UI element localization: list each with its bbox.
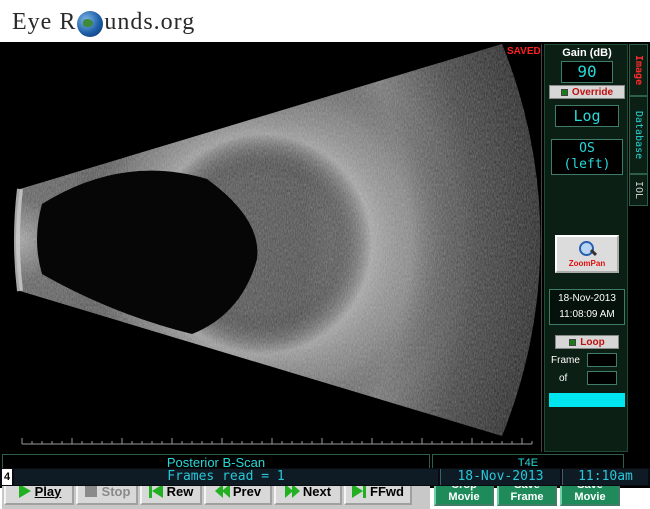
eye-indicator[interactable]: OS (left) xyxy=(551,139,623,175)
scan-datetime: 18-Nov-2013 11:08:09 AM xyxy=(549,289,625,325)
previous-icon xyxy=(214,484,230,498)
override-button[interactable]: Override xyxy=(549,85,625,99)
frame-label: Frame xyxy=(551,355,580,366)
led-icon xyxy=(569,338,577,346)
frame-number-field[interactable] xyxy=(587,353,617,367)
tab-iol[interactable]: IOL xyxy=(629,174,648,206)
frame-slider[interactable] xyxy=(549,393,625,407)
eye-code: OS xyxy=(579,141,595,156)
scan-date: 18-Nov-2013 xyxy=(558,293,616,304)
loop-label: Loop xyxy=(580,336,605,348)
of-label: of xyxy=(559,373,568,384)
status-date: 18-Nov-2013 xyxy=(440,469,560,485)
logo-text-start: Eye R xyxy=(12,8,77,35)
led-icon xyxy=(560,88,568,96)
eyerounds-logo: Eye R unds.org xyxy=(12,4,195,40)
status-number: 4 xyxy=(2,469,12,485)
image-settings-panel: Gain (dB) 90 Override Log OS (left) Zoom… xyxy=(544,44,628,452)
zoom-pan-button[interactable]: ZoomPan xyxy=(555,235,619,273)
scan-time: 11:08:09 AM xyxy=(559,309,615,320)
ultrasound-app-window: SAVED Gain (dB) 90 Override Log OS (left… xyxy=(0,42,650,509)
override-label: Override xyxy=(571,86,614,98)
tab-image[interactable]: Image xyxy=(629,44,648,96)
fast-forward-icon xyxy=(352,484,367,498)
gain-label: Gain (dB) xyxy=(562,47,612,59)
play-icon xyxy=(17,484,31,498)
saved-indicator: SAVED xyxy=(507,46,541,57)
status-time: 11:10am xyxy=(562,469,648,485)
next-icon xyxy=(284,484,300,498)
tab-database[interactable]: Database xyxy=(629,96,648,174)
magnifier-icon xyxy=(579,240,595,257)
eye-side: (left) xyxy=(563,157,611,172)
vertical-tabs: Image Database IOL xyxy=(629,44,648,244)
scale-mode-value[interactable]: Log xyxy=(555,105,619,127)
zoom-pan-label: ZoomPan xyxy=(568,258,606,268)
b-scan-svg xyxy=(14,44,541,445)
globe-icon xyxy=(77,11,104,37)
loop-button[interactable]: Loop xyxy=(555,335,619,349)
gain-value[interactable]: 90 xyxy=(561,61,613,83)
rewind-icon xyxy=(148,484,163,498)
logo-text-end: unds.org xyxy=(104,8,196,35)
b-scan-image: SAVED xyxy=(2,44,542,452)
frames-read-status: Frames read = 1 xyxy=(14,469,438,485)
frame-total-field xyxy=(587,371,617,385)
status-bar: 4 Frames read = 1 18-Nov-2013 11:10am xyxy=(0,468,650,486)
stop-icon xyxy=(84,484,98,498)
